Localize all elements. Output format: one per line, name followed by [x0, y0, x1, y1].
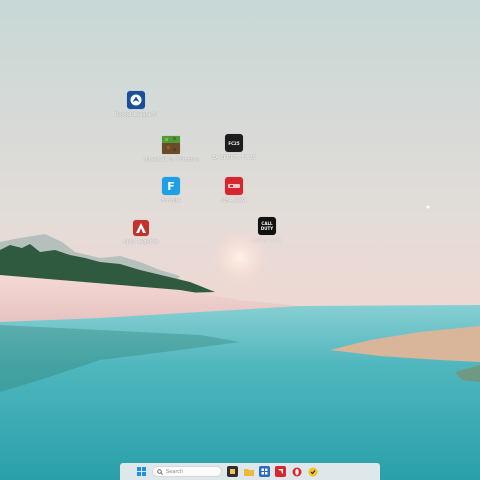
ea-sports-fc-glyph: FC25 [228, 140, 240, 146]
widget-icon[interactable] [227, 466, 238, 477]
desktop-icon-label: NBA 2K24 [221, 198, 247, 204]
apex-legends-icon [133, 220, 149, 236]
taskbar-search[interactable] [152, 466, 222, 477]
desktop-icon-fortnite[interactable]: F Fortnite [141, 177, 201, 204]
desktop-icon-rocket-league[interactable]: Rocket League® [106, 91, 166, 118]
store-icon[interactable] [259, 466, 270, 477]
desktop-icon-label: Call of Duty [252, 238, 282, 244]
taskbar [120, 463, 380, 480]
opera-browser-icon[interactable] [291, 466, 302, 477]
minecraft-icon [162, 136, 180, 154]
desktop-icon-minecraft[interactable]: Minecraft for Windows [141, 136, 201, 163]
call-of-duty-icon: CALL DUTY [258, 217, 276, 235]
start-icon[interactable] [136, 466, 147, 477]
fortnite-icon: F [162, 177, 180, 195]
ea-sports-fc-icon: FC25 [225, 134, 243, 152]
nba-2k-icon [225, 177, 243, 195]
desktop-icon-label: EA SPORTS FC 25 [212, 155, 256, 161]
desktop-icon-label: Fortnite [161, 198, 181, 204]
rocket-league-icon [127, 91, 145, 109]
file-explorer-icon[interactable] [243, 466, 254, 477]
desktop-icon-nba-2k[interactable]: NBA 2K24 [204, 177, 264, 204]
norton-icon[interactable] [307, 466, 318, 477]
desktop-icon-label: Minecraft for Windows [143, 157, 199, 163]
search-input[interactable] [166, 468, 216, 475]
call-of-duty-glyph-line2: DUTY [260, 226, 274, 231]
fortnite-glyph: F [167, 179, 175, 193]
desktop-icon-label: Apex Legends [123, 239, 159, 245]
search-icon [157, 468, 163, 475]
desktop-screen: Rocket League® Minecraft for Windows FC2… [0, 0, 480, 480]
amd-software-icon[interactable] [275, 466, 286, 477]
desktop-icon-label: Rocket League® [115, 112, 157, 118]
desktop-icon-call-of-duty[interactable]: CALL DUTY Call of Duty [237, 217, 297, 244]
desktop-icon-apex-legends[interactable]: Apex Legends [111, 220, 171, 245]
desktop-icon-ea-sports-fc[interactable]: FC25 EA SPORTS FC 25 [204, 134, 264, 161]
